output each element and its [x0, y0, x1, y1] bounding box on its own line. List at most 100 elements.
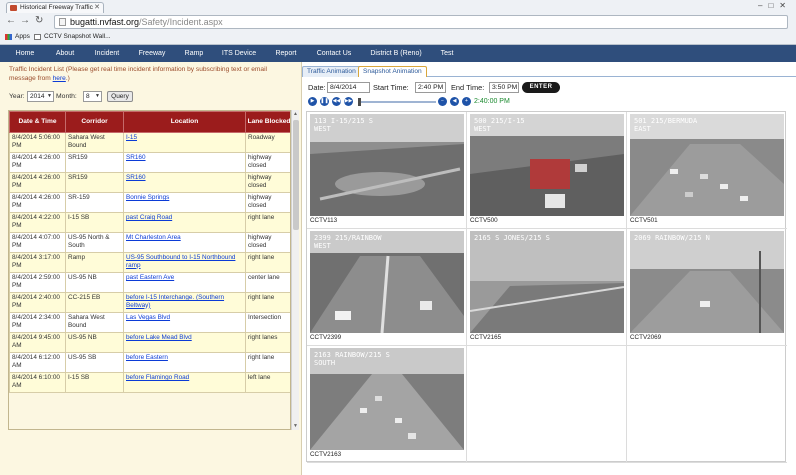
- col-header-datetime[interactable]: Date & Time: [9, 111, 66, 133]
- location-link[interactable]: before I-15 Interchange. (Southern Beltw…: [126, 294, 224, 309]
- tab-snapshot-animation[interactable]: Snapshot Animation: [358, 66, 427, 77]
- camera-overlay: 2399 215/RAINBOW: [314, 234, 382, 242]
- bookmark-label: Apps: [15, 33, 30, 40]
- bookmark-cctv[interactable]: CCTV Snapshot Wall...: [34, 31, 111, 43]
- bookmark-apps[interactable]: Apps: [5, 31, 30, 43]
- back-arrow-icon[interactable]: ←: [6, 15, 16, 27]
- camera-tile[interactable]: 501 215/BERMUDA EAST CCTV501: [627, 112, 787, 229]
- cell-lane-blocked: Roadway: [245, 132, 290, 153]
- cell-location: before Lake Mead Blvd: [123, 332, 246, 353]
- nav-incident[interactable]: Incident: [86, 45, 128, 62]
- camera-tile[interactable]: 2163 RAINBOW/215 S SOUTH CCTV2163: [307, 346, 467, 463]
- nav-about[interactable]: About: [48, 45, 82, 62]
- cell-corridor: US-95 NB: [65, 272, 124, 293]
- close-icon[interactable]: ✕: [94, 3, 100, 13]
- camera-tile[interactable]: 2399 215/RAINBOW WEST CCTV2399: [307, 229, 467, 346]
- cell-lane-blocked: highway closed: [245, 172, 290, 193]
- maximize-icon[interactable]: □: [768, 1, 779, 10]
- location-link[interactable]: I-15: [126, 134, 137, 141]
- scroll-down-icon[interactable]: ▼: [293, 423, 298, 429]
- nav-district-b[interactable]: District B (Reno): [364, 45, 428, 62]
- col-header-location[interactable]: Location: [123, 111, 246, 133]
- location-link[interactable]: before Lake Mead Blvd: [126, 334, 192, 341]
- site-navigation: Home About Incident Freeway Ramp ITS Dev…: [0, 45, 796, 62]
- minimize-icon[interactable]: –: [758, 1, 768, 10]
- cell-lane-blocked: right lanes: [245, 332, 290, 353]
- query-button[interactable]: Query: [107, 91, 133, 102]
- browser-tab[interactable]: Historical Freeway Traffic ✕: [6, 2, 104, 13]
- step-back-icon[interactable]: ◀: [450, 97, 459, 106]
- zoom-out-icon[interactable]: −: [438, 97, 447, 106]
- nav-ramp[interactable]: Ramp: [176, 45, 212, 62]
- incident-table-container[interactable]: Date & Time Corridor Location Lane Block…: [8, 110, 291, 430]
- table-row: 8/4/2014 4:26:00 PM SR159 SR160 highway clo…: [9, 152, 290, 173]
- camera-overlay: 2163 RAINBOW/215 S: [314, 351, 390, 359]
- cell-datetime: 8/4/2014 4:26:00 PM: [9, 192, 66, 213]
- nav-its-device[interactable]: ITS Device: [218, 45, 260, 62]
- fast-forward-icon[interactable]: ▶▶: [344, 97, 353, 106]
- window-controls[interactable]: –□✕: [758, 1, 792, 10]
- play-icon[interactable]: ▶: [308, 97, 317, 106]
- month-value: 8: [86, 93, 90, 100]
- cell-datetime: 8/4/2014 5:06:00 PM: [9, 132, 66, 153]
- location-link[interactable]: before Flamingo Road: [126, 374, 189, 381]
- intro-end: .): [65, 74, 70, 82]
- timeline-slider[interactable]: [358, 98, 436, 106]
- window-close-icon[interactable]: ✕: [779, 1, 792, 10]
- location-link[interactable]: SR160: [126, 154, 146, 161]
- tab-traffic-animation[interactable]: Traffic Animation: [302, 66, 361, 77]
- zoom-in-icon[interactable]: +: [462, 97, 471, 106]
- cell-location: SR160: [123, 152, 246, 173]
- start-time-input[interactable]: 2:40 PM: [415, 82, 446, 93]
- nav-report[interactable]: Report: [268, 45, 304, 62]
- reload-icon[interactable]: ↻: [35, 15, 43, 27]
- forward-arrow-icon[interactable]: →: [20, 15, 30, 27]
- camera-overlay: 2069 RAINBOW/215 N: [634, 234, 710, 242]
- camera-tile[interactable]: 2165 S JONES/215 S CCTV2165: [467, 229, 627, 346]
- location-link[interactable]: US-95 Southbound to I-15 Northbound ramp: [126, 254, 235, 269]
- enter-button[interactable]: ENTER: [522, 82, 560, 93]
- camera-tile[interactable]: 500 215/I-15 WEST CCTV500: [467, 112, 627, 229]
- camera-tile[interactable]: 2069 RAINBOW/215 N CCTV2069: [627, 229, 787, 346]
- location-link[interactable]: before Eastern: [126, 354, 168, 361]
- cell-corridor: SR159: [65, 152, 124, 173]
- cell-datetime: 8/4/2014 3:17:00 PM: [9, 252, 66, 273]
- col-header-corridor[interactable]: Corridor: [65, 111, 124, 133]
- pause-icon[interactable]: ❚❚: [320, 97, 329, 106]
- table-row: 8/4/2014 2:34:00 PM Sahara West Bound Las …: [9, 312, 290, 333]
- bookmark-page-icon: [34, 34, 41, 40]
- scroll-up-icon[interactable]: ▲: [293, 111, 298, 117]
- timeline-knob[interactable]: [358, 98, 361, 106]
- subscribe-link[interactable]: here: [53, 75, 66, 82]
- location-link[interactable]: Bonnie Springs: [126, 194, 169, 201]
- table-header-row: Date & Time Corridor Location Lane Block…: [9, 111, 290, 133]
- cell-datetime: 8/4/2014 4:22:00 PM: [9, 212, 66, 233]
- nav-home[interactable]: Home: [6, 45, 44, 62]
- cell-datetime: 8/4/2014 2:40:00 PM: [9, 292, 66, 313]
- nav-contact-us[interactable]: Contact Us: [311, 45, 357, 62]
- rewind-icon[interactable]: ◀◀: [332, 97, 341, 106]
- end-time-input[interactable]: 3:50 PM: [489, 82, 519, 93]
- camera-overlay: 113 I-15/215 S: [314, 117, 373, 125]
- camera-tile[interactable]: 113 I-15/215 S WEST CCTV113: [307, 112, 467, 229]
- location-link[interactable]: Las Vegas Blvd: [126, 314, 170, 321]
- location-link[interactable]: past Craig Road: [126, 214, 172, 221]
- month-select[interactable]: 8 ▼: [83, 91, 102, 102]
- col-header-lane-blocked[interactable]: Lane Blocked: [245, 111, 290, 133]
- nav-test[interactable]: Test: [434, 45, 460, 62]
- camera-label: CCTV2165: [470, 334, 502, 341]
- nav-freeway[interactable]: Freeway: [132, 45, 172, 62]
- location-link[interactable]: SR160: [126, 174, 146, 181]
- page-icon: [59, 18, 66, 26]
- location-link[interactable]: past Eastern Ave: [126, 274, 174, 281]
- cell-datetime: 8/4/2014 4:07:00 PM: [9, 232, 66, 253]
- cell-location: Bonnie Springs: [123, 192, 246, 213]
- location-link[interactable]: Mt Charleston Area: [126, 234, 181, 241]
- table-scrollbar[interactable]: ▲ ▼: [291, 110, 299, 430]
- cell-corridor: US-95 North & South: [65, 232, 124, 253]
- date-input[interactable]: 8/4/2014: [327, 82, 370, 93]
- address-bar[interactable]: bugatti.nvfast.org/Safety/Incident.aspx: [54, 15, 788, 29]
- scroll-thumb[interactable]: [293, 120, 299, 230]
- empty-camera-tile: [467, 346, 627, 463]
- year-select[interactable]: 2014 ▼: [27, 91, 54, 102]
